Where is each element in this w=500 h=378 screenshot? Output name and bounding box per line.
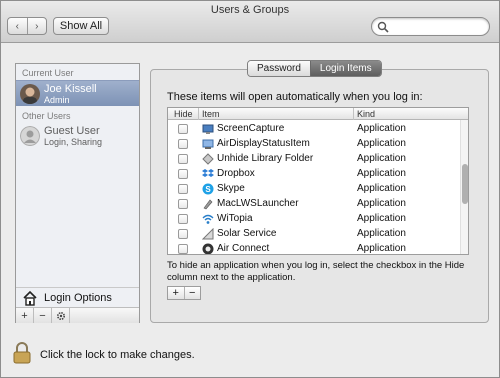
navigation-buttons: ‹ › (7, 17, 47, 35)
table-row[interactable]: Air Connect Application (168, 241, 460, 254)
users-groups-window: Users & Groups ‹ › Show All Current User (0, 0, 500, 378)
user-name: Joe Kissell (44, 83, 97, 95)
show-all-button[interactable]: Show All (53, 17, 109, 35)
air-connect-icon (202, 243, 214, 254)
hide-checkbox[interactable] (178, 214, 188, 224)
hide-checkbox[interactable] (178, 139, 188, 149)
window-title: Users & Groups (210, 4, 290, 16)
action-menu-button[interactable] (52, 308, 70, 323)
guest-user-icon (20, 126, 40, 146)
login-items-buttons: + − (167, 286, 201, 300)
dropbox-icon (202, 169, 214, 177)
login-options-item[interactable]: Login Options (16, 287, 139, 307)
search-input[interactable] (392, 20, 484, 33)
unhide-library-icon (202, 153, 214, 165)
current-user-label: Current User (22, 68, 74, 78)
hide-checkbox[interactable] (178, 124, 188, 134)
tab-password[interactable]: Password (248, 61, 310, 76)
hide-checkbox[interactable] (178, 184, 188, 194)
search-field[interactable] (371, 17, 490, 36)
table-header: Hide Item Kind (168, 108, 468, 120)
sidebar-toolbar: + − (16, 307, 139, 323)
hide-checkbox[interactable] (178, 199, 188, 209)
house-icon (23, 290, 37, 306)
remove-login-item-button[interactable]: − (183, 287, 201, 299)
hide-checkbox[interactable] (178, 244, 188, 254)
hide-checkbox[interactable] (178, 169, 188, 179)
gear-icon (56, 311, 65, 320)
maclws-launcher-icon (203, 199, 213, 210)
table-row[interactable]: Solar Service Application (168, 226, 460, 241)
table-row[interactable]: S Skype Application (168, 181, 460, 196)
svg-text:S: S (205, 185, 211, 194)
remove-user-button[interactable]: − (34, 308, 52, 323)
avatar (20, 84, 40, 104)
add-user-button[interactable]: + (16, 308, 34, 323)
user-role: Admin (44, 95, 70, 105)
lock-message: Click the lock to make changes. (40, 349, 195, 361)
add-login-item-button[interactable]: + (168, 287, 184, 299)
column-kind[interactable]: Kind (357, 109, 375, 119)
column-item[interactable]: Item (202, 109, 220, 119)
login-items-table: Hide Item Kind ScreenCapture Application… (167, 107, 469, 255)
login-options-label: Login Options (44, 292, 112, 304)
table-row[interactable]: Unhide Library Folder Application (168, 151, 460, 166)
users-sidebar: Current User Joe Kissell Admin Other Use… (15, 63, 140, 323)
table-row[interactable]: AirDisplayStatusItem Application (168, 136, 460, 151)
scrollbar-thumb[interactable] (462, 164, 468, 204)
table-row[interactable]: MacLWSLauncher Application (168, 196, 460, 211)
user-name: Guest User (44, 125, 100, 137)
skype-icon: S (202, 183, 214, 195)
search-icon (377, 21, 389, 33)
witopia-icon (202, 214, 214, 224)
sidebar-item-current-user[interactable]: Joe Kissell Admin (16, 80, 139, 106)
table-row[interactable]: WiTopia Application (168, 211, 460, 226)
screen-capture-icon (202, 124, 214, 134)
sidebar-item-guest-user[interactable]: Guest User Login, Sharing (16, 123, 139, 149)
hide-checkbox[interactable] (178, 154, 188, 164)
lock-icon[interactable] (13, 342, 31, 364)
login-items-intro: These items will open automatically when… (167, 91, 423, 103)
forward-button[interactable]: › (26, 18, 47, 34)
air-display-icon (202, 139, 214, 149)
table-scrollbar[interactable] (460, 120, 468, 254)
back-button[interactable]: ‹ (8, 18, 27, 34)
solar-service-icon (202, 228, 214, 240)
other-users-label: Other Users (22, 111, 71, 121)
tab-login-items[interactable]: Login Items (309, 61, 381, 76)
user-role: Login, Sharing (44, 137, 103, 147)
column-hide[interactable]: Hide (174, 109, 193, 119)
table-row[interactable]: Dropbox Application (168, 166, 460, 181)
table-row[interactable]: ScreenCapture Application (168, 121, 460, 136)
hide-hint-text: To hide an application when you log in, … (167, 260, 465, 283)
tab-bar: Password Login Items (247, 60, 382, 77)
title-bar: Users & Groups ‹ › Show All (1, 1, 499, 43)
hide-checkbox[interactable] (178, 229, 188, 239)
